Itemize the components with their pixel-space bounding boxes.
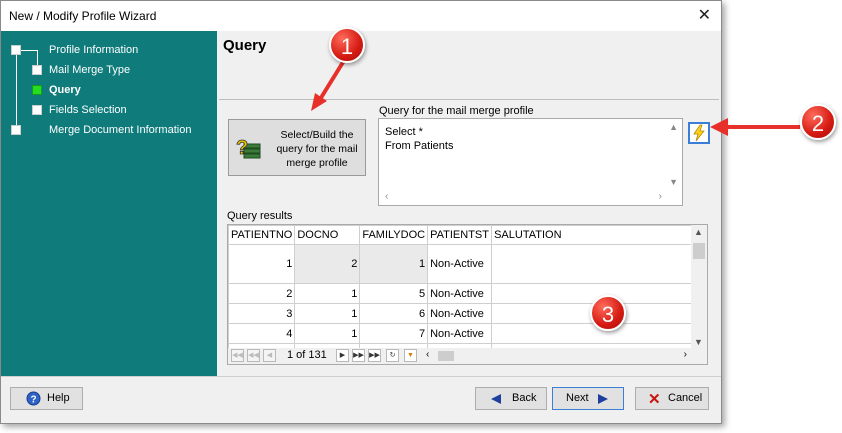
table-row[interactable]: 3 1 6 Non-Active (228, 303, 702, 324)
scroll-right-icon[interactable]: › (684, 349, 687, 360)
build-query-button[interactable]: ? Select/Build the query for the mail me… (228, 119, 366, 176)
prev-record-icon[interactable]: ◀ (263, 349, 276, 362)
horizontal-scrollbar[interactable]: ‹ › (379, 189, 682, 205)
help-button[interactable]: ? Help (10, 387, 83, 410)
table-row[interactable]: 4 1 7 Non-Active (228, 323, 702, 344)
scroll-up-icon[interactable]: ▲ (694, 227, 703, 237)
cancel-x-icon: ✕ (648, 391, 661, 408)
table-cell: 2 (294, 244, 361, 284)
table-cell: 1 (294, 283, 361, 304)
refresh-icon[interactable]: ↻ (386, 349, 399, 362)
header-row: PATIENTNO DOCNO FAMILYDOC PATIENTST SALU… (228, 225, 702, 245)
divider (219, 99, 719, 100)
callout-arrow-1 (311, 57, 347, 111)
close-icon[interactable]: ✕ (698, 5, 711, 25)
callout-1: 1 (329, 27, 365, 63)
results-label: Query results (227, 210, 293, 222)
column-header[interactable]: FAMILYDOC (359, 225, 429, 245)
step-marker-query (32, 85, 42, 95)
page-title: Query (223, 37, 267, 54)
cancel-button[interactable]: ✕ Cancel (635, 387, 709, 410)
step-merge-document-information[interactable]: Merge Document Information (49, 124, 191, 136)
filter-icon[interactable]: ▼ (404, 349, 417, 362)
step-query[interactable]: Query (49, 84, 81, 96)
callout-2: 2 (800, 104, 836, 140)
callout-arrow-2 (710, 118, 800, 136)
step-marker-merge-document-information (11, 125, 21, 135)
last-page-icon[interactable]: ▶▶ (368, 349, 381, 362)
page-info: 1 of 131 (287, 349, 327, 361)
wizard-window: New / Modify Profile Wizard ✕ Profile In… (0, 0, 722, 424)
scroll-up-icon[interactable]: ▲ (669, 122, 678, 132)
table-cell: 4 (228, 323, 296, 344)
table-cell (491, 244, 702, 284)
title-bar: New / Modify Profile Wizard ✕ (1, 1, 721, 31)
back-button[interactable]: Back (475, 387, 547, 410)
tree-line (16, 50, 17, 130)
back-arrow-icon (491, 394, 501, 404)
window-title: New / Modify Profile Wizard (9, 9, 157, 23)
next-page-icon[interactable]: ▶▶ (352, 349, 365, 362)
svg-text:?: ? (236, 137, 248, 159)
scroll-left-icon[interactable]: ‹ (426, 349, 429, 360)
step-profile-information[interactable]: Profile Information (49, 44, 138, 56)
vertical-scrollbar[interactable]: ▲ ▼ (691, 225, 707, 349)
query-text: Select * From Patients (385, 126, 454, 152)
svg-text:?: ? (31, 395, 37, 406)
footer-divider (1, 376, 721, 377)
first-page-icon[interactable]: ◀◀ (231, 349, 244, 362)
step-fields-selection[interactable]: Fields Selection (49, 104, 127, 116)
table-row[interactable]: 1 2 1 Non-Active (228, 244, 702, 284)
table-cell: 2 (228, 283, 296, 304)
scroll-thumb[interactable] (693, 243, 705, 259)
table-row[interactable]: 2 1 5 Non-Active (228, 283, 702, 304)
column-header[interactable]: DOCNO (294, 225, 361, 245)
next-record-icon[interactable]: ▶ (336, 349, 349, 362)
step-marker-mail-merge-type (32, 65, 42, 75)
horizontal-scrollbar[interactable]: ‹ › (424, 349, 687, 363)
column-header[interactable]: PATIENTNO (228, 225, 296, 245)
scroll-down-icon[interactable]: ▼ (694, 337, 703, 347)
help-label: Help (47, 392, 70, 404)
run-query-button[interactable] (688, 122, 710, 144)
callout-3: 3 (590, 295, 626, 331)
table-cell: 6 (359, 303, 429, 324)
next-button[interactable]: Next (552, 387, 624, 410)
build-query-label: Select/Build the query for the mail merg… (276, 129, 358, 169)
table-cell: 7 (359, 323, 429, 344)
next-label: Next (566, 392, 589, 404)
table-cell: Non-Active (427, 283, 493, 304)
table-cell: 5 (359, 283, 429, 304)
query-label: Query for the mail merge profile (379, 105, 534, 117)
table-cell: Non-Active (427, 323, 493, 344)
scroll-thumb[interactable] (438, 351, 454, 361)
table-cell: Non-Active (427, 244, 493, 284)
step-marker-profile-information (11, 45, 21, 55)
next-arrow-icon (598, 394, 608, 404)
step-marker-fields-selection (32, 105, 42, 115)
back-label: Back (512, 392, 537, 404)
query-results-grid[interactable]: PATIENTNO DOCNO FAMILYDOC PATIENTST SALU… (227, 224, 708, 365)
table-cell: 1 (359, 244, 429, 284)
prev-page-icon[interactable]: ◀◀ (247, 349, 260, 362)
table-cell: Non-Active (427, 303, 493, 324)
help-icon: ? (26, 391, 41, 406)
scroll-left-icon[interactable]: ‹ (385, 191, 388, 202)
table-cell: 3 (228, 303, 296, 324)
scroll-down-icon[interactable]: ▼ (669, 177, 678, 187)
lightning-icon (693, 124, 705, 142)
table-cell: 1 (294, 323, 361, 344)
query-textarea[interactable]: Select * From Patients ▲ ▼ ‹ › (378, 118, 683, 206)
table-cell: 1 (294, 303, 361, 324)
table-cell: 1 (228, 244, 296, 284)
wizard-steps-sidebar: Profile Information Mail Merge Type Quer… (1, 31, 217, 376)
step-mail-merge-type[interactable]: Mail Merge Type (49, 64, 130, 76)
grid-navigator: ◀◀ ◀◀ ◀ 1 of 131 ▶ ▶▶ ▶▶ ↻ ▼ ‹ › (228, 348, 707, 364)
query-builder-icon: ? (236, 137, 261, 159)
cancel-label: Cancel (668, 392, 703, 404)
results-table: PATIENTNO DOCNO FAMILYDOC PATIENTST SALU… (228, 225, 702, 364)
scroll-right-icon[interactable]: › (659, 191, 662, 202)
column-header[interactable]: SALUTATION (491, 225, 702, 245)
column-header[interactable]: PATIENTST (427, 225, 493, 245)
